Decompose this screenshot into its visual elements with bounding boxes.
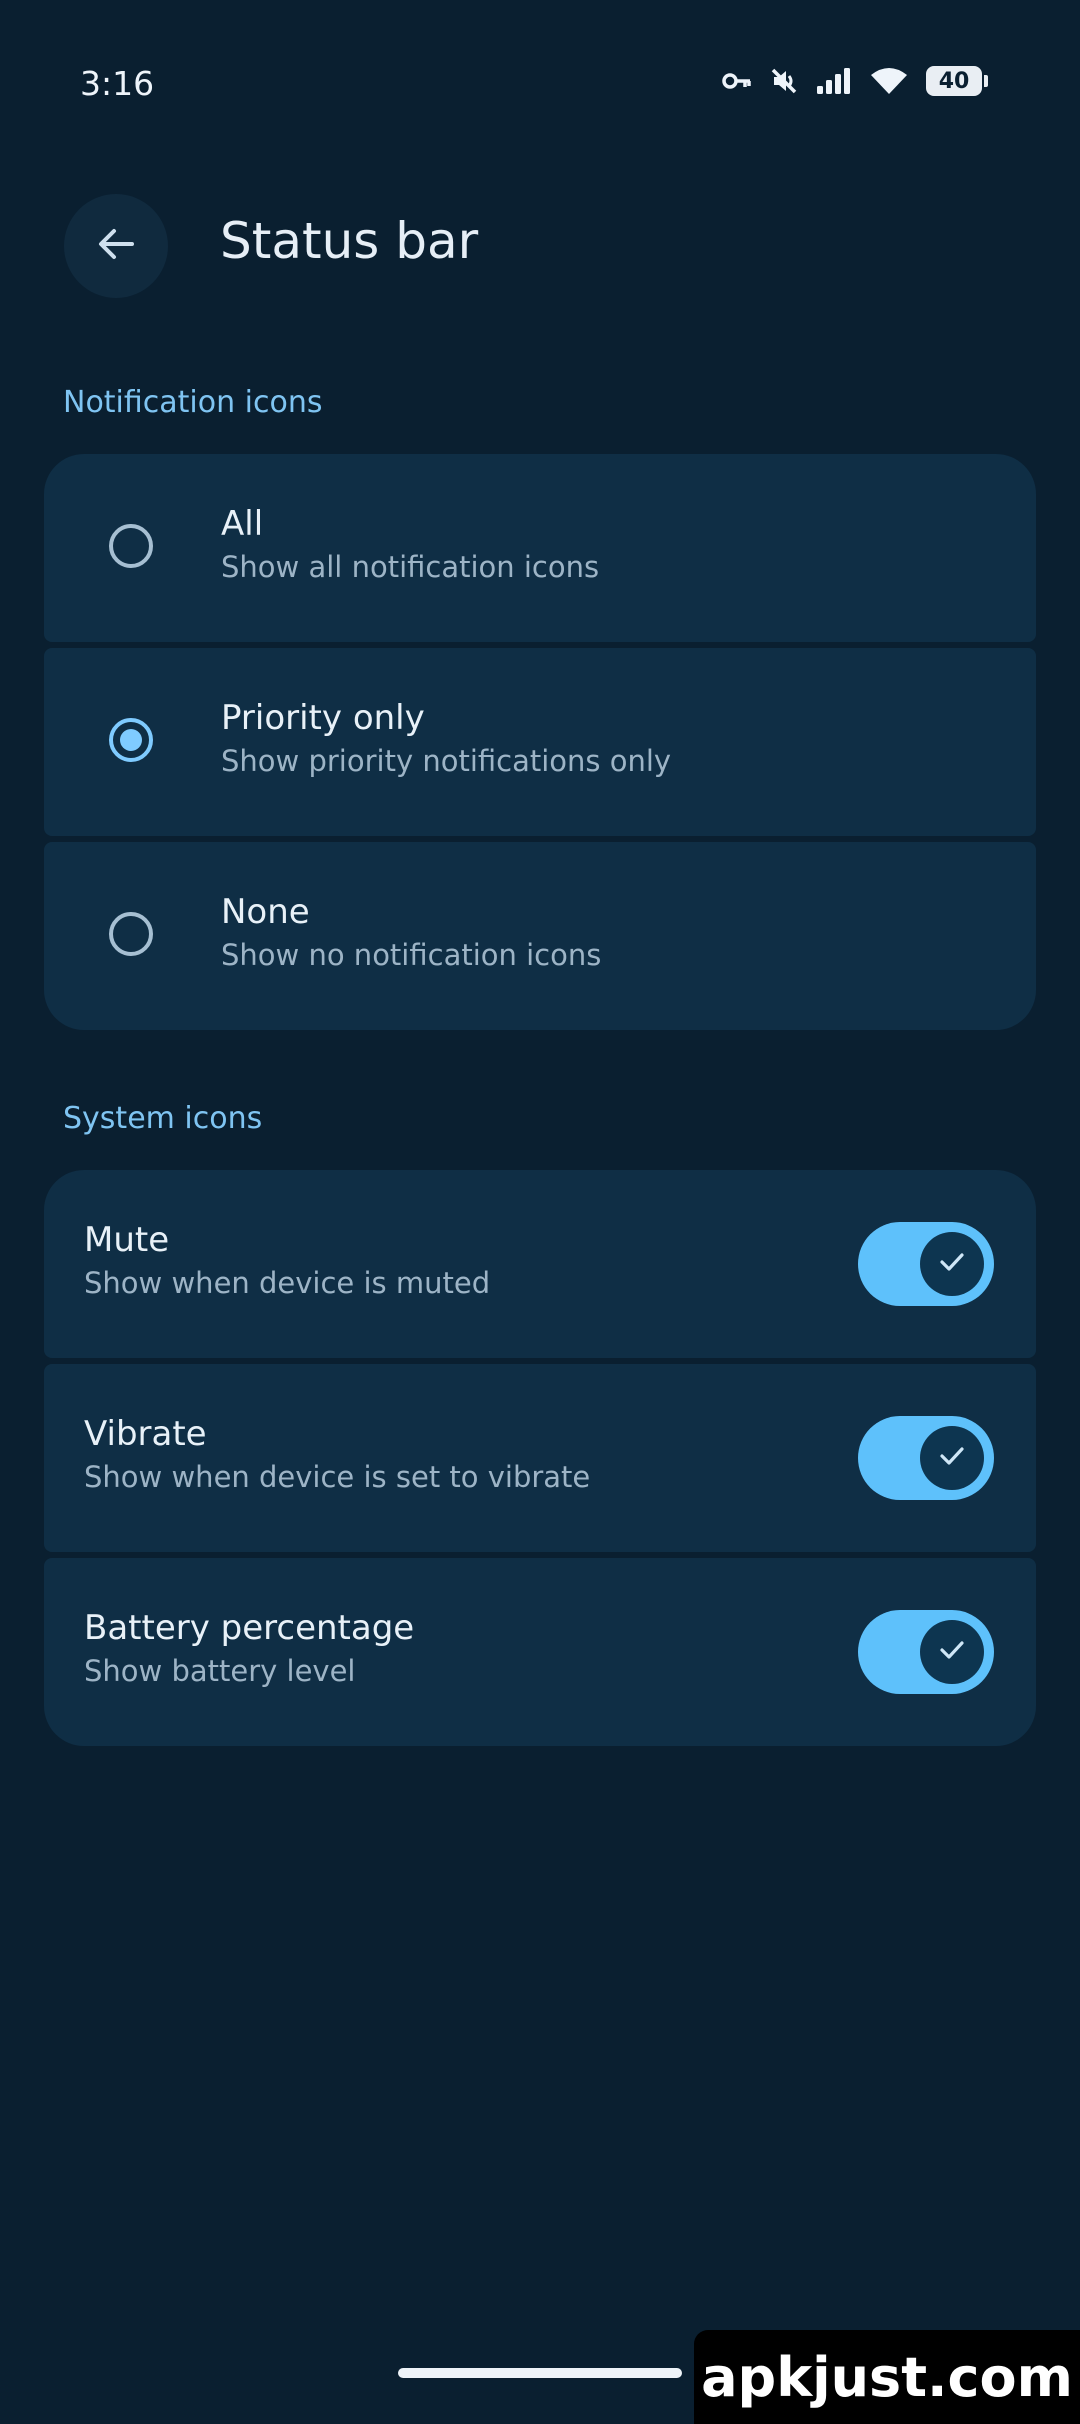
system-icons-group: Mute Show when device is muted Vibrate S… <box>44 1170 1036 1746</box>
check-icon <box>936 1440 968 1476</box>
toggle-knob <box>920 1620 984 1684</box>
status-icons: 40 <box>722 66 988 96</box>
radio-button-all[interactable] <box>109 524 153 568</box>
signal-icon <box>816 68 852 94</box>
setting-title: Battery percentage <box>84 1608 415 1648</box>
radio-option-text: Priority only Show priority notification… <box>221 696 671 782</box>
page-title: Status bar <box>220 212 479 270</box>
setting-text: Battery percentage Show battery level <box>84 1606 414 1692</box>
radio-option-priority-only[interactable]: Priority only Show priority notification… <box>44 648 1036 836</box>
option-subtitle: Show all notification icons <box>221 550 600 584</box>
setting-row-mute[interactable]: Mute Show when device is muted <box>44 1170 1036 1358</box>
settings-screen: 3:16 40 Status bar Notification icons Al… <box>0 0 1080 2424</box>
radio-button-none[interactable] <box>109 912 153 956</box>
radio-option-text: None Show no notification icons <box>221 890 601 976</box>
setting-row-vibrate[interactable]: Vibrate Show when device is set to vibra… <box>44 1364 1036 1552</box>
option-title: Priority only <box>221 698 425 738</box>
arrow-back-icon <box>94 222 138 270</box>
toggle-knob <box>920 1426 984 1490</box>
watermark: apkjust.com <box>694 2330 1080 2424</box>
setting-text: Vibrate Show when device is set to vibra… <box>84 1412 590 1498</box>
setting-title: Vibrate <box>84 1414 207 1454</box>
vpn-key-icon <box>722 70 752 92</box>
setting-subtitle: Show battery level <box>84 1654 356 1688</box>
option-subtitle: Show priority notifications only <box>221 744 672 778</box>
setting-row-battery-percentage[interactable]: Battery percentage Show battery level <box>44 1558 1036 1746</box>
vibrate-toggle-switch[interactable] <box>858 1416 994 1500</box>
option-subtitle: Show no notification icons <box>221 938 602 972</box>
back-button[interactable] <box>64 194 168 298</box>
check-icon <box>936 1246 968 1282</box>
radio-option-none[interactable]: None Show no notification icons <box>44 842 1036 1030</box>
clock: 3:16 <box>80 64 155 103</box>
setting-text: Mute Show when device is muted <box>84 1218 490 1304</box>
radio-option-text: All Show all notification icons <box>221 502 599 588</box>
option-title: None <box>221 892 310 932</box>
setting-subtitle: Show when device is set to vibrate <box>84 1460 591 1494</box>
battery-percentage-toggle-switch[interactable] <box>858 1610 994 1694</box>
system-status-bar: 3:16 40 <box>0 0 1080 160</box>
battery-tip <box>984 75 988 87</box>
mute-toggle-switch[interactable] <box>858 1222 994 1306</box>
check-icon <box>936 1634 968 1670</box>
wifi-icon <box>870 67 908 95</box>
option-title: All <box>221 504 264 544</box>
radio-option-all[interactable]: All Show all notification icons <box>44 454 1036 642</box>
battery-icon: 40 <box>926 66 988 96</box>
toggle-knob <box>920 1232 984 1296</box>
home-gesture-bar[interactable] <box>398 2368 682 2378</box>
section-label-notification-icons: Notification icons <box>63 385 323 420</box>
mute-icon <box>770 67 798 95</box>
setting-subtitle: Show when device is muted <box>84 1266 491 1300</box>
section-label-system-icons: System icons <box>63 1101 263 1136</box>
setting-title: Mute <box>84 1220 170 1260</box>
battery-level: 40 <box>926 66 982 96</box>
radio-button-priority-only[interactable] <box>109 718 153 762</box>
notification-icons-group: All Show all notification icons Priority… <box>44 454 1036 1030</box>
